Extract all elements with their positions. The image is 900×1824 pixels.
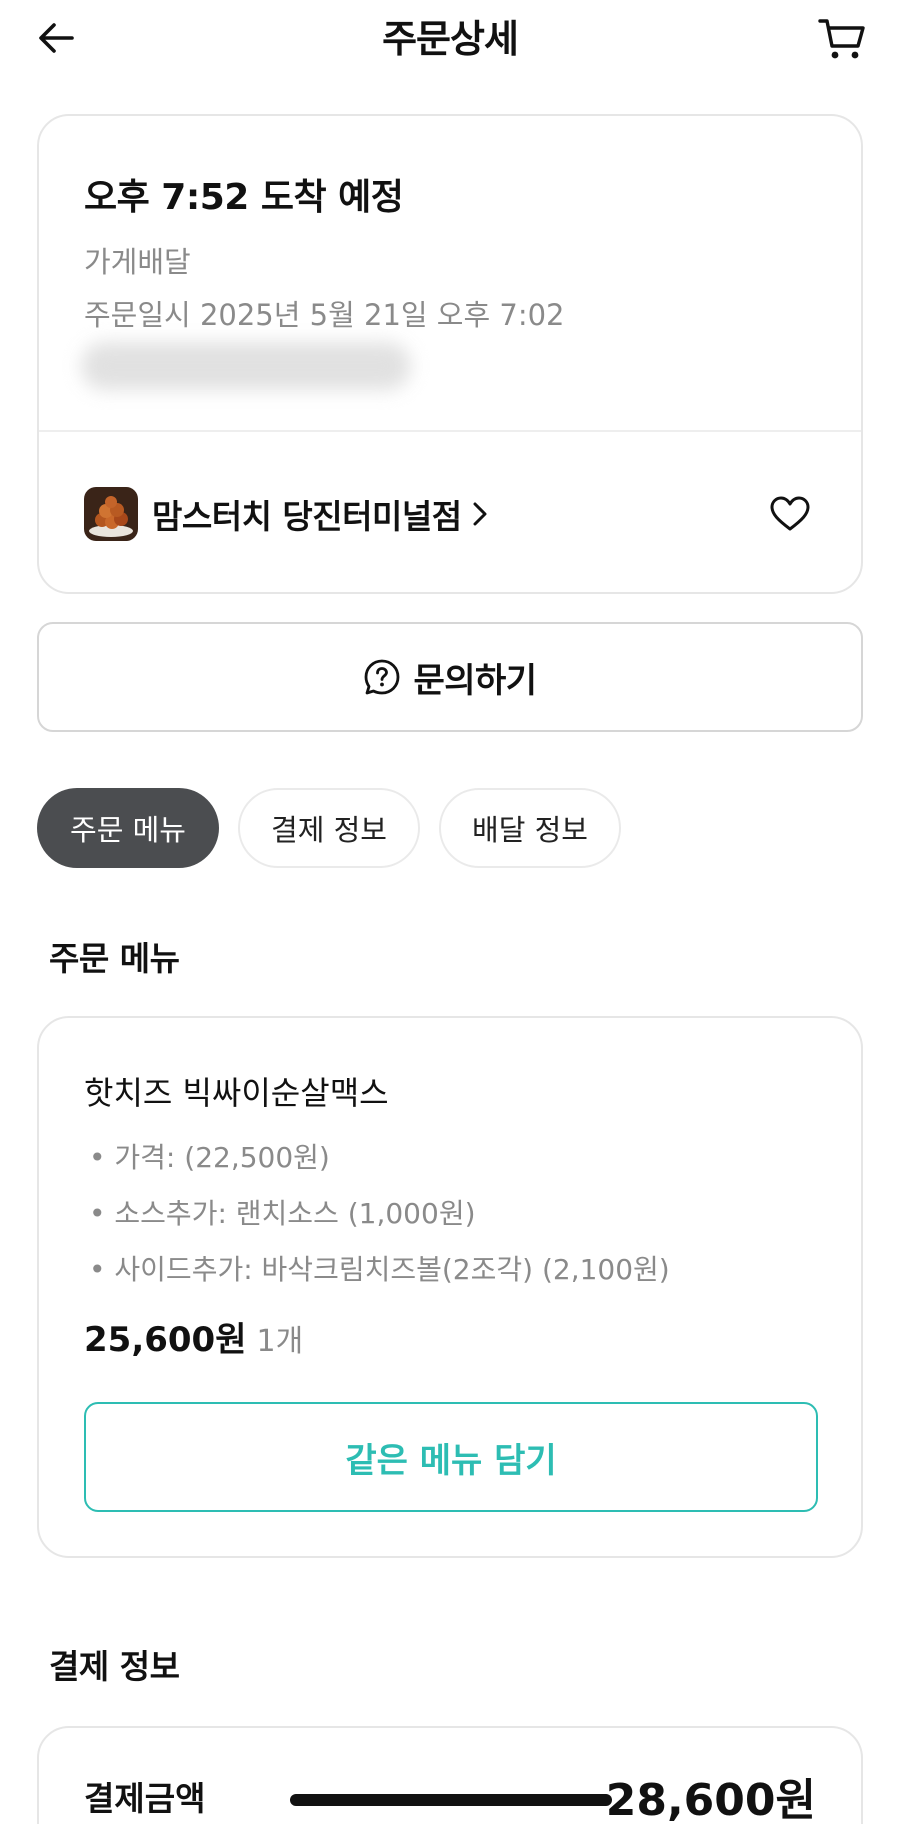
home-indicator[interactable] [290,1794,612,1806]
add-same-menu-button[interactable]: 같은 메뉴 담기 [84,1402,818,1512]
menu-option-price: • 가격: (22,500원) [89,1141,330,1174]
store-link[interactable]: 맘스터치 당진터미널점 [84,486,816,542]
chevron-right-icon [472,500,488,528]
favorite-button[interactable] [764,488,816,540]
tab-delivery-info[interactable]: 배달 정보 [439,788,621,868]
blurred-order-info [81,342,411,390]
inquiry-label: 문의하기 [413,660,537,701]
inquiry-button[interactable]: 문의하기 [37,622,863,732]
delivery-type: 가게배달 [84,245,191,279]
order-status-card: 오후 7:52 도착 예정 가게배달 주문일시 2025년 5월 21일 오후 … [37,114,863,594]
tab-order-menu[interactable]: 주문 메뉴 [37,788,219,868]
menu-item-price: 25,600원 [84,1320,247,1360]
payment-section-title: 결제 정보 [49,1647,180,1686]
order-date: 주문일시 2025년 5월 21일 오후 7:02 [84,298,565,332]
question-chat-icon [365,659,400,695]
order-menu-section-title: 주문 메뉴 [49,939,180,978]
menu-item-card: 핫치즈 빅싸이순살맥스 • 가격: (22,500원) • 소스추가: 랜치소스… [37,1016,863,1558]
menu-option-side: • 사이드추가: 바삭크림치즈볼(2조각) (2,100원) [89,1253,670,1286]
menu-item-name: 핫치즈 빅싸이순살맥스 [84,1074,389,1112]
payment-amount-label: 결제금액 [84,1779,206,1818]
heart-icon [770,496,810,531]
payment-card: 결제금액 28,600원 [37,1726,863,1824]
store-name: 맘스터치 당진터미널점 [152,497,462,536]
store-thumbnail [84,487,138,541]
cart-icon [818,19,865,59]
card-divider [39,430,861,432]
top-bar: 주문상세 [0,0,900,76]
page-title: 주문상세 [382,17,519,61]
tab-payment-info[interactable]: 결제 정보 [238,788,420,868]
menu-price-row: 25,600원 1개 [84,1312,303,1361]
arrival-time: 오후 7:52 도착 예정 [84,177,404,218]
payment-amount: 28,600원 [605,1775,816,1824]
menu-item-quantity: 1개 [256,1324,304,1359]
cart-button[interactable] [816,14,868,64]
menu-option-sauce: • 소스추가: 랜치소스 (1,000원) [89,1197,476,1230]
